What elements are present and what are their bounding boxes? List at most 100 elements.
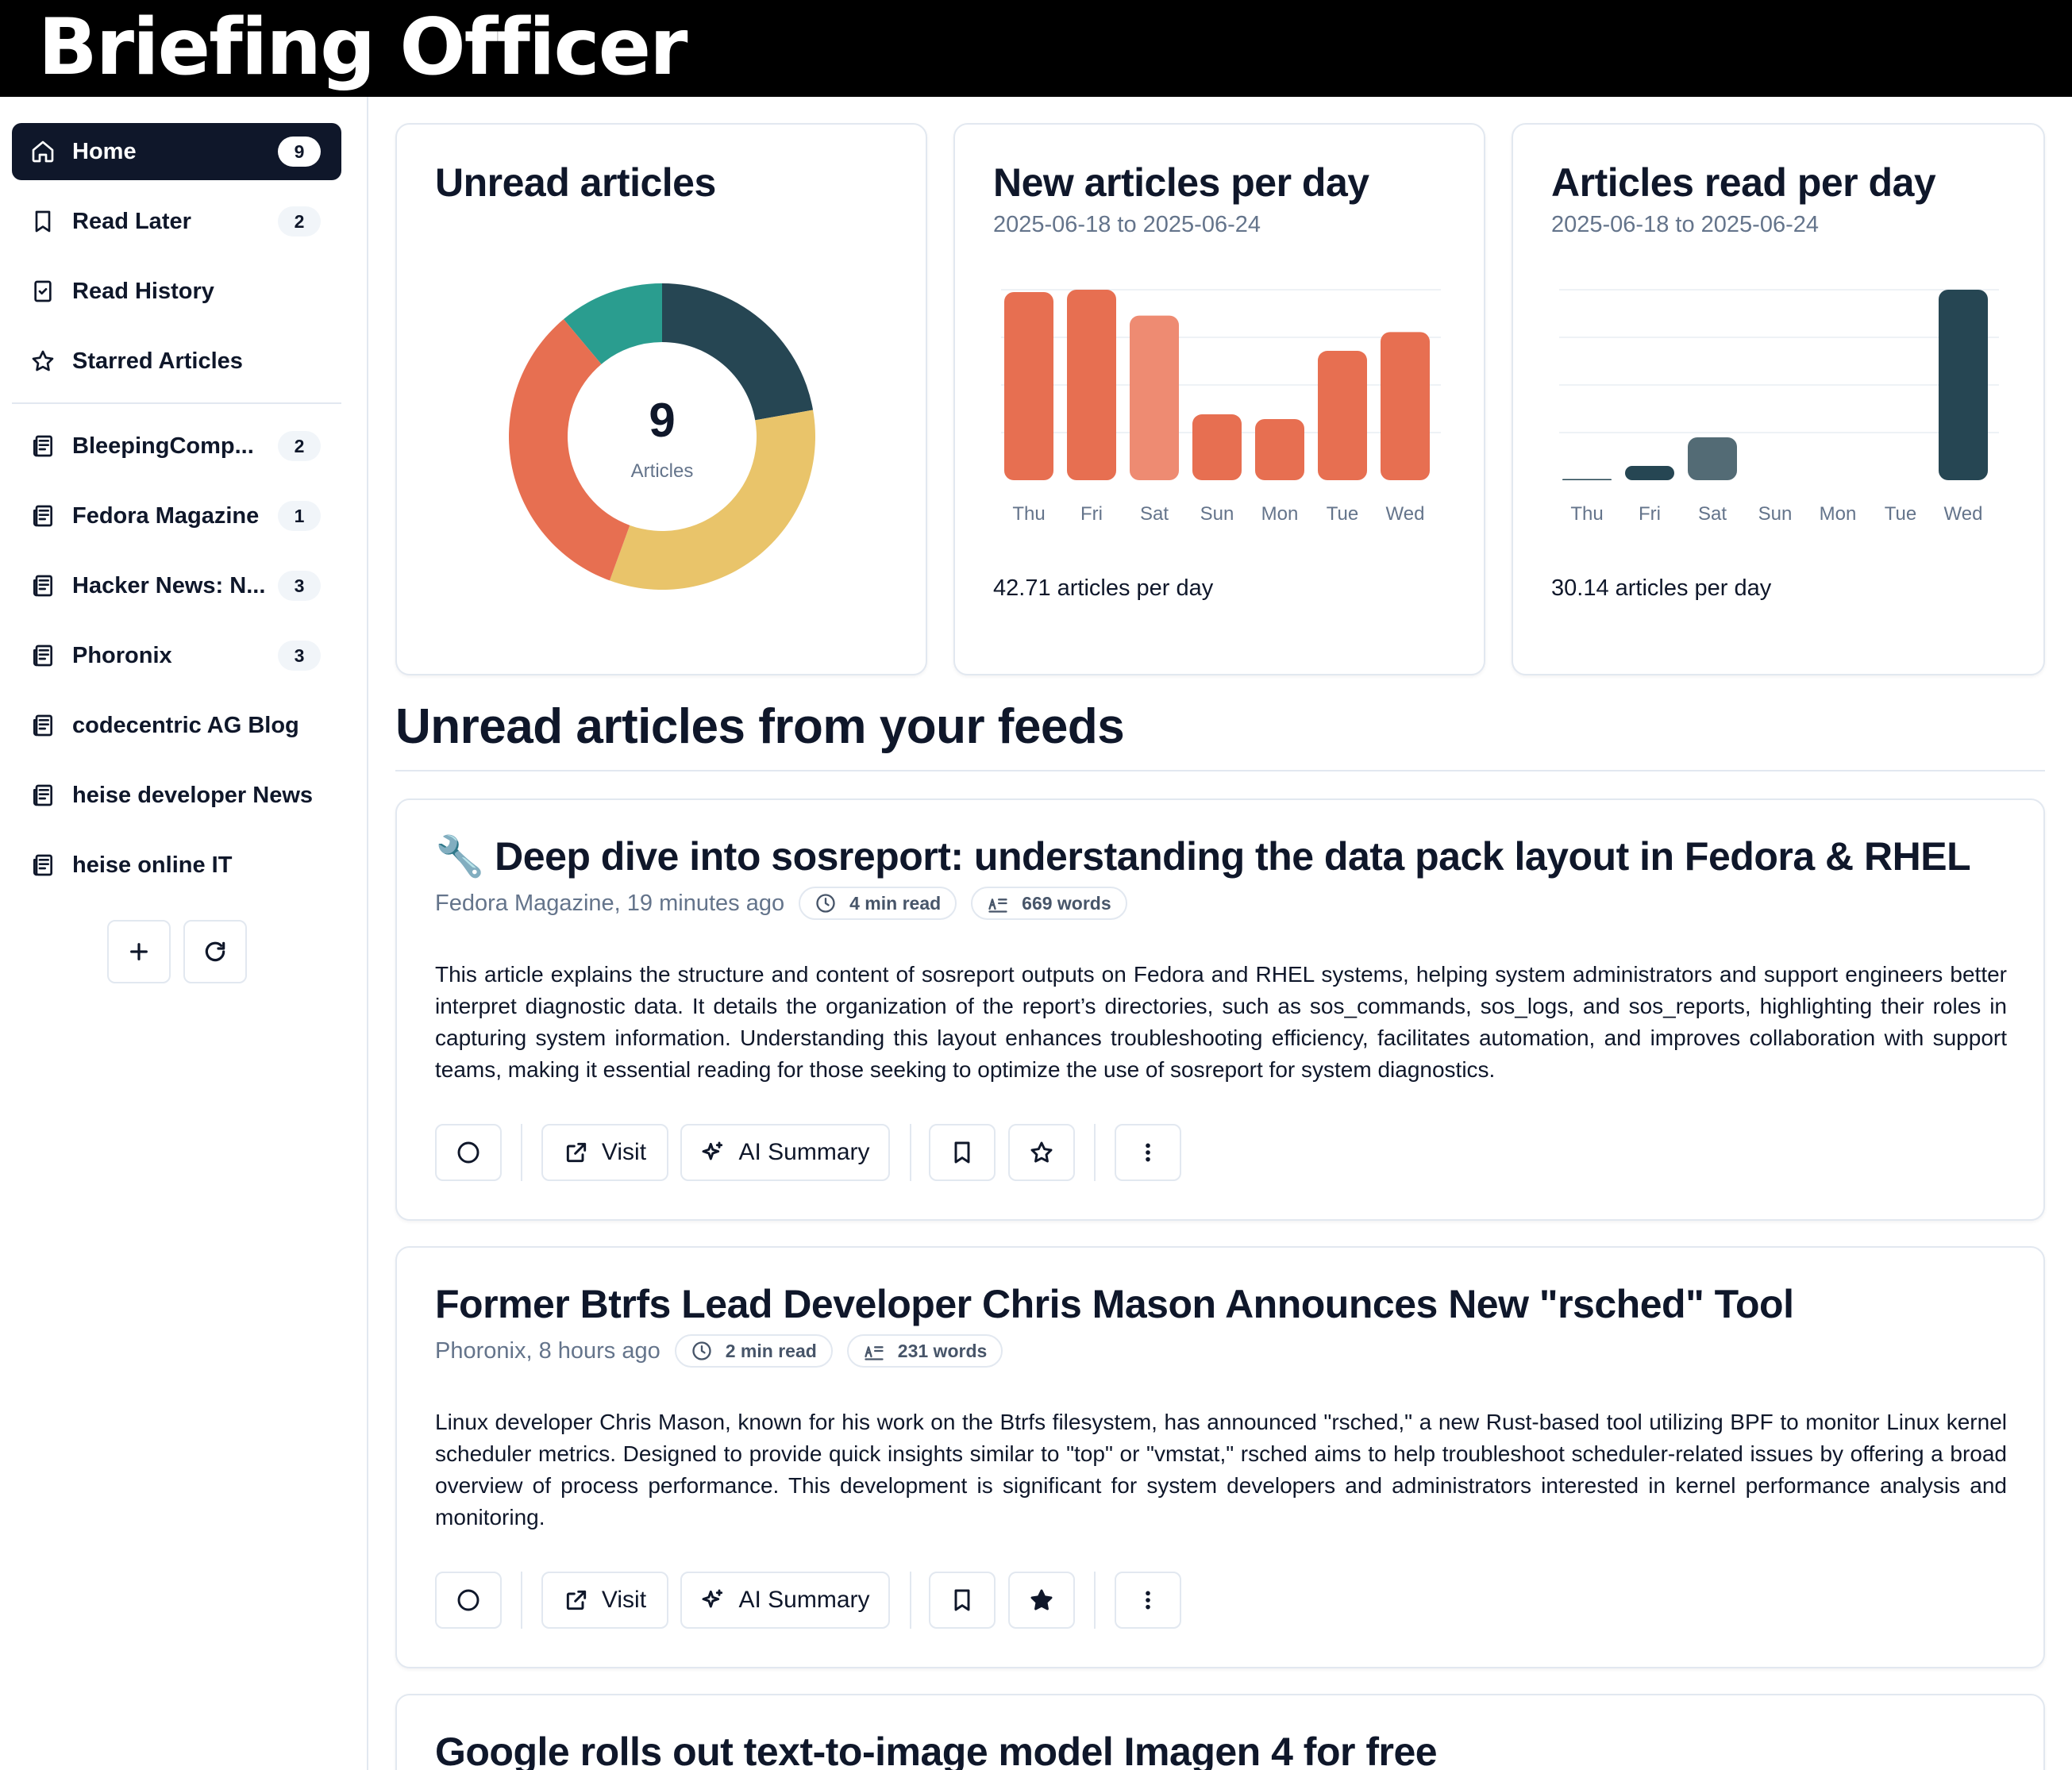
ai-summary-label: AI Summary [738, 1587, 870, 1613]
newspaper-icon [29, 782, 56, 809]
sidebar-item-label: Home [72, 138, 137, 164]
read-later-button[interactable] [929, 1124, 996, 1181]
circle-icon [457, 1141, 479, 1164]
sidebar-item-label: BleepingComp... [72, 433, 254, 459]
x-tick-label: Wed [1944, 503, 1983, 525]
read-time-badge: 2 min read [674, 1334, 833, 1368]
newspaper-icon [29, 572, 56, 599]
bar [1255, 418, 1304, 480]
sidebar-item-read-later[interactable]: Read Later 2 [12, 193, 341, 250]
donut-slice [509, 319, 630, 581]
circle-icon [457, 1589, 479, 1611]
refresh-icon [205, 941, 225, 962]
article-title[interactable]: Google rolls out text-to-image model Ima… [435, 1729, 1438, 1770]
text-lines-icon [988, 898, 1007, 913]
sidebar-feed-phoronix[interactable]: Phoronix 3 [12, 627, 341, 684]
article-title[interactable]: Former Btrfs Lead Developer Chris Mason … [435, 1281, 1794, 1327]
average-label: 30.14 articles per day [1551, 575, 1772, 601]
action-separator [910, 1124, 911, 1181]
count-badge: 2 [278, 431, 321, 461]
article-card: 🔧 Deep dive into sosreport: understandin… [395, 798, 2045, 1221]
x-tick-label: Tue [1885, 503, 1916, 525]
article-title[interactable]: 🔧 Deep dive into sosreport: understandin… [435, 833, 1971, 880]
article-card: Google rolls out text-to-image model Ima… [395, 1694, 2045, 1770]
sidebar-item-label: Read History [72, 278, 214, 304]
word-count-text: 231 words [897, 1340, 988, 1361]
sidebar-item-home[interactable]: Home 9 [12, 123, 341, 180]
sidebar-feed-hacker-news[interactable]: Hacker News: N... 3 [12, 557, 341, 614]
sidebar-item-label: Starred Articles [72, 348, 243, 374]
action-separator [521, 1572, 522, 1629]
sidebar-feed-heise-online[interactable]: heise online IT [12, 837, 341, 894]
count-badge: 2 [278, 206, 321, 237]
bookmark-icon [29, 208, 56, 235]
app-title: Briefing Officer [38, 2, 687, 93]
text-lines-icon [865, 1346, 884, 1360]
star-button[interactable] [1008, 1572, 1075, 1629]
x-tick-label: Mon [1261, 503, 1299, 525]
article-source: Phoronix, 8 hours ago [435, 1337, 660, 1364]
sparkles-icon [703, 1589, 723, 1608]
sidebar-item-label: Read Later [72, 208, 191, 234]
star-icon [1030, 1141, 1053, 1163]
more-vertical-icon [1146, 1591, 1150, 1610]
word-count-text: 669 words [1022, 892, 1111, 914]
star-button[interactable] [1008, 1124, 1075, 1181]
read-time-text: 2 min read [725, 1340, 817, 1361]
newspaper-icon [29, 852, 56, 879]
x-tick-label: Thu [1012, 503, 1045, 525]
x-tick-label: Mon [1820, 503, 1857, 525]
more-options-button[interactable] [1115, 1124, 1181, 1181]
word-count-badge: 231 words [846, 1334, 1003, 1368]
x-tick-label: Sat [1698, 503, 1727, 525]
add-feed-button[interactable] [107, 920, 171, 983]
refresh-feeds-button[interactable] [183, 920, 247, 983]
bar [1688, 437, 1737, 480]
action-separator [1094, 1572, 1096, 1629]
mark-read-button[interactable] [435, 1124, 502, 1181]
visit-label: Visit [601, 1587, 647, 1613]
sidebar-item-starred-articles[interactable]: Starred Articles [12, 333, 341, 390]
x-tick-label: Fri [1080, 503, 1103, 525]
sidebar-item-read-history[interactable]: Read History [12, 263, 341, 320]
external-link-icon [566, 1590, 587, 1610]
article-card: Former Btrfs Lead Developer Chris Mason … [395, 1246, 2045, 1668]
sidebar-feed-heise-developer[interactable]: heise developer News [12, 767, 341, 824]
sidebar-feed-bleepingcomputer[interactable]: BleepingComp... 2 [12, 417, 341, 475]
x-tick-label: Tue [1327, 503, 1358, 525]
unread-donut-chart: 9 Articles [509, 283, 815, 590]
visit-button[interactable]: Visit [541, 1572, 668, 1629]
clock-icon [816, 894, 835, 913]
sidebar-feed-fedora-magazine[interactable]: Fedora Magazine 1 [12, 487, 341, 544]
read-later-button[interactable] [929, 1572, 996, 1629]
bookmark-icon [954, 1589, 970, 1611]
home-icon [29, 138, 56, 165]
article-meta: Phoronix, 8 hours ago 2 min read 231 wor… [435, 1333, 1017, 1368]
sidebar-item-label: Phoronix [72, 642, 172, 668]
article-source: Fedora Magazine, 19 minutes ago [435, 890, 785, 916]
more-options-button[interactable] [1115, 1572, 1181, 1629]
bar [1562, 479, 1612, 480]
read-time-badge: 4 min read [799, 887, 957, 920]
ai-summary-button[interactable]: AI Summary [680, 1124, 890, 1181]
sidebar-divider [12, 402, 341, 404]
ai-summary-button[interactable]: AI Summary [680, 1572, 890, 1629]
newspaper-icon [29, 712, 56, 739]
mark-read-button[interactable] [435, 1572, 502, 1629]
visit-button[interactable]: Visit [541, 1124, 668, 1181]
word-count-badge: 669 words [971, 887, 1127, 920]
count-badge: 9 [278, 137, 321, 167]
sidebar-item-label: heise developer News [72, 782, 314, 808]
unread-articles-card: Unread articles 9 Articles [395, 123, 927, 675]
x-tick-label: Wed [1386, 503, 1425, 525]
sparkles-icon [703, 1141, 723, 1160]
section-heading: Unread articles from your feeds [395, 699, 1125, 754]
visit-label: Visit [601, 1139, 647, 1165]
action-separator [521, 1124, 522, 1181]
article-summary: This article explains the structure and … [435, 962, 2007, 1082]
app-header: Briefing Officer [0, 0, 2072, 97]
sidebar-item-label: Fedora Magazine [72, 502, 260, 529]
newspaper-icon [29, 502, 56, 529]
x-tick-label: Sun [1200, 503, 1234, 525]
sidebar-feed-codecentric[interactable]: codecentric AG Blog [12, 697, 341, 754]
